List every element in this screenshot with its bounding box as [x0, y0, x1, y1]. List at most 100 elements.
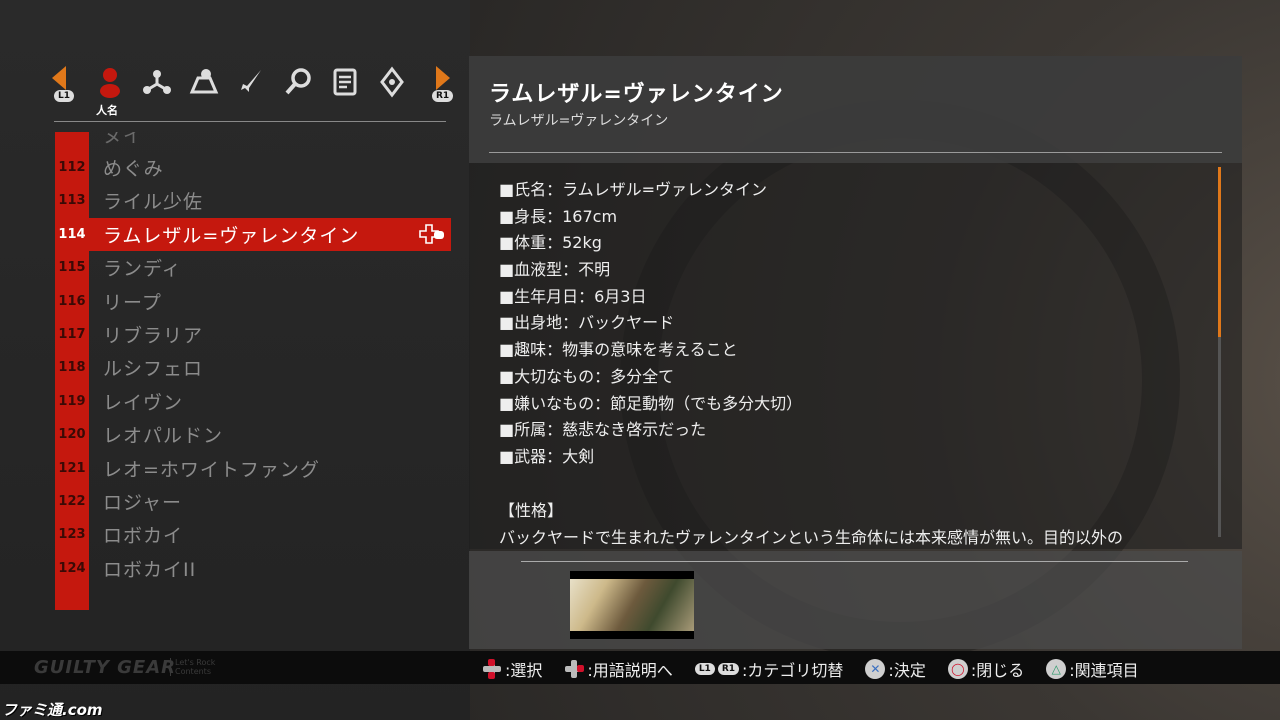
list-item-number: 121 — [58, 460, 86, 476]
list-item-number: 112 — [58, 160, 86, 175]
list-item[interactable]: 121 レオ=ホワイトファング — [55, 452, 451, 485]
control-hint-related: △ :関連項目 — [1046, 657, 1139, 681]
list-item[interactable]: 117 リブラリア — [55, 318, 451, 351]
magnifier-icon[interactable] — [280, 64, 316, 100]
list-item-number: 119 — [58, 393, 86, 409]
sword-icon[interactable] — [233, 64, 269, 100]
control-hint-select: :選択 — [482, 657, 542, 681]
attribute-line: ■血液型：不明 — [499, 260, 611, 280]
list-item[interactable]: 115 ランディ — [55, 251, 451, 284]
r1-button-icon: R1 — [717, 663, 740, 675]
detail-subtitle: ラムレザル=ヴァレンタイン — [489, 113, 669, 129]
list-item-name: ロジャー — [103, 492, 183, 514]
attribute-line: ■身長：167cm — [499, 206, 618, 226]
list-item-number: 113 — [58, 193, 86, 209]
list-item-number: 122 — [58, 494, 86, 509]
detail-divider — [489, 152, 1222, 153]
list-item-name: ロボカイII — [103, 558, 197, 581]
list-item-name: ランディ — [103, 258, 182, 281]
list-item-name: レオパルドン — [103, 425, 224, 448]
person-icon[interactable] — [92, 64, 128, 100]
character-thumbnail[interactable] — [570, 571, 694, 639]
list-item-number: 120 — [58, 427, 86, 443]
category-nav: L1 人名 R1 — [52, 60, 462, 122]
related-media-strip — [469, 551, 1242, 649]
category-icons — [92, 64, 410, 100]
thumbnail-image — [570, 579, 694, 631]
list-item-partial[interactable]: ヌイ — [55, 132, 451, 151]
game-logo: GUILTY GEAR — [34, 657, 177, 678]
detail-title: ラムレザル=ヴァレンタイン — [489, 82, 784, 107]
list-item-name: ルシフェロ — [103, 358, 204, 381]
control-hint-glossary: :用語説明へ — [564, 657, 673, 681]
game-logo-subtitle: Let's Rock Contents — [170, 658, 215, 676]
list-item[interactable]: 124 ロボカイII — [55, 552, 451, 585]
r1-button-badge: R1 — [432, 90, 454, 102]
attribute-line: ■趣味：物事の意味を考えること — [499, 340, 738, 360]
list-item[interactable]: 118 ルシフェロ — [55, 351, 451, 384]
dpad-right-icon — [564, 659, 585, 679]
dpad-updown-icon — [482, 659, 502, 679]
list-item-name: リープ — [103, 291, 162, 314]
scrollbar-thumb[interactable] — [1218, 167, 1221, 337]
hand-sign-icon[interactable] — [374, 64, 410, 100]
control-hint-category: L1 R1 :カテゴリ切替 — [694, 657, 843, 681]
list-item-number: 115 — [58, 260, 86, 276]
media-divider — [521, 561, 1188, 562]
attribute-line: ■氏名：ラムレザル=ヴァレンタイン — [499, 180, 768, 199]
list-item-number: 117 — [58, 327, 86, 342]
list-item-number: 114 — [58, 226, 86, 242]
detail-header: ラムレザル=ヴァレンタイン ラムレザル=ヴァレンタイン — [469, 56, 1242, 163]
list-item-name: めぐみ — [103, 158, 164, 180]
list-item-name: ライル少佐 — [103, 191, 204, 214]
attribute-line: ■体重：52kg — [499, 233, 602, 253]
list-item-number: 124 — [58, 560, 86, 576]
dpad-right-icon — [415, 223, 445, 246]
list-item-name: ロボカイ — [103, 525, 184, 548]
attribute-line: ■所属：慈悲なき啓示だった — [499, 420, 707, 440]
l1-button-icon: L1 — [694, 663, 715, 675]
list-item-number: 118 — [58, 360, 86, 376]
attribute-line: ■生年月日：6月3日 — [499, 286, 647, 306]
map-icon[interactable] — [186, 64, 222, 100]
l1-button-badge: L1 — [54, 90, 74, 102]
list-item-name: ヌイ — [103, 132, 144, 147]
control-hint-confirm: ✕ :決定 — [865, 657, 926, 681]
scrollbar[interactable] — [1218, 167, 1221, 537]
list-item-name: リブラリア — [103, 325, 204, 347]
glossary-list[interactable]: ヌイ 112 めぐみ 113 ライル少佐 114 ラムレザル=ヴァレンタイン 115 ランディ… — [55, 132, 451, 610]
document-icon[interactable] — [327, 64, 363, 100]
active-category-label: 人名 — [96, 104, 118, 117]
list-item[interactable]: 122 ロジャー — [55, 485, 451, 518]
detail-body[interactable]: ■氏名：ラムレザル=ヴァレンタイン ■身長：167cm ■体重：52kg ■血液型：不… — [469, 163, 1242, 549]
previous-category-arrow-icon[interactable] — [52, 66, 66, 90]
list-item-number: 116 — [58, 293, 86, 309]
list-item[interactable]: 123 ロボカイ — [55, 518, 451, 551]
attribute-line: ■大切なもの：多分全て — [499, 366, 675, 386]
personality-heading: 【性格】 — [499, 501, 564, 520]
personality-text: バックヤードで生まれたヴァレンタインという生命体には本来感情が無い。目的以外の — [499, 528, 1124, 547]
list-item[interactable]: 112 めぐみ — [55, 151, 451, 184]
category-divider — [54, 121, 446, 122]
attribute-list: ■氏名：ラムレザル=ヴァレンタイン ■身長：167cm ■体重：52kg ■血液型：不… — [499, 177, 802, 471]
watermark-logo: ファミ通.com — [2, 701, 103, 719]
list-item-number: 123 — [58, 527, 86, 543]
control-hint-close: ◯ :閉じる — [947, 657, 1024, 681]
next-category-arrow-icon[interactable] — [436, 66, 450, 90]
list-item[interactable]: 116 リープ — [55, 285, 451, 318]
left-decoration — [6, 240, 46, 640]
attribute-line: ■武器：大剣 — [499, 446, 595, 466]
attribute-line: ■嫌いなもの：節足動物（でも多分大切） — [499, 393, 803, 413]
attribute-line: ■出身地：バックヤード — [499, 313, 675, 333]
triangle-button-icon: △ — [1046, 659, 1067, 679]
list-item-name: ラムレザル=ヴァレンタイン — [103, 224, 360, 247]
list-item[interactable]: 113 ライル少佐 — [55, 184, 451, 217]
list-item[interactable]: 119 レイヴン — [55, 385, 451, 418]
control-hints: :選択 :用語説明へ L1 R1 :カテゴリ切替 ✕ :決定 ◯ :閉じる △ … — [482, 657, 1139, 681]
list-item-name: レイヴン — [103, 391, 184, 414]
circle-button-icon: ◯ — [947, 659, 968, 679]
list-item[interactable]: 120 レオパルドン — [55, 418, 451, 451]
network-icon[interactable] — [139, 64, 175, 100]
list-item-selected[interactable]: 114 ラムレザル=ヴァレンタイン — [55, 217, 451, 251]
list-item-name: レオ=ホワイトファング — [103, 458, 320, 481]
